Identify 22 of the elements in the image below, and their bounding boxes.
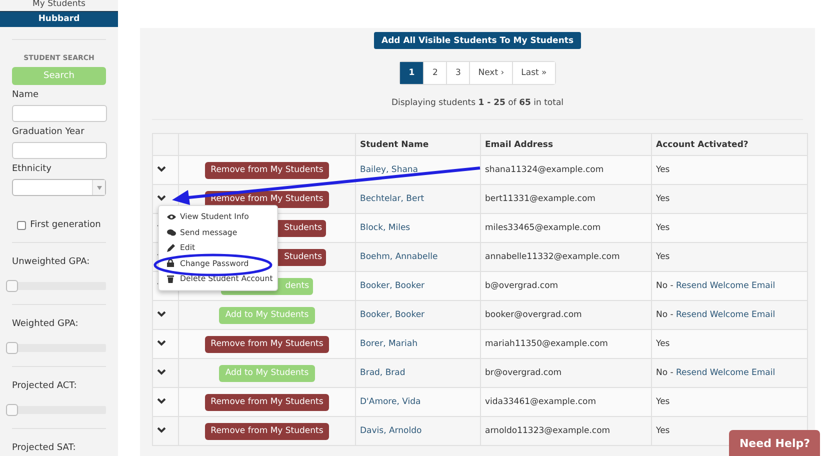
slider-label: Weighted GPA: [12, 319, 80, 330]
column-header: Email Address [480, 134, 652, 156]
column-header: Account Activated? [652, 134, 808, 156]
activation-status: No - [656, 310, 674, 320]
results-summary: Displaying students 1 - 25 of 65 in total [391, 98, 564, 108]
field-label: Name [12, 90, 40, 101]
email-cell: arnoldo11323@example.com [480, 416, 652, 446]
slider-label: Projected SAT: [12, 443, 77, 454]
activation-status: No - [656, 368, 674, 378]
checkbox-label: First generation [30, 220, 101, 230]
activation-status: Yes [652, 242, 808, 272]
column-header: Student Name [356, 134, 480, 156]
email-cell: booker@overgrad.com [480, 300, 652, 330]
slider-label: Projected ACT: [12, 381, 78, 392]
activation-status: No - [656, 281, 674, 291]
field-label: Ethnicity [12, 164, 52, 175]
email-cell: br@overgrad.com [480, 358, 652, 388]
field-label: Graduation Year [12, 127, 86, 138]
email-cell: bert11331@example.com [480, 184, 652, 214]
email-cell: annabelle11332@example.com [480, 242, 652, 272]
activation-status: Yes [652, 184, 808, 214]
slider-label: Unweighted GPA: [12, 257, 91, 268]
